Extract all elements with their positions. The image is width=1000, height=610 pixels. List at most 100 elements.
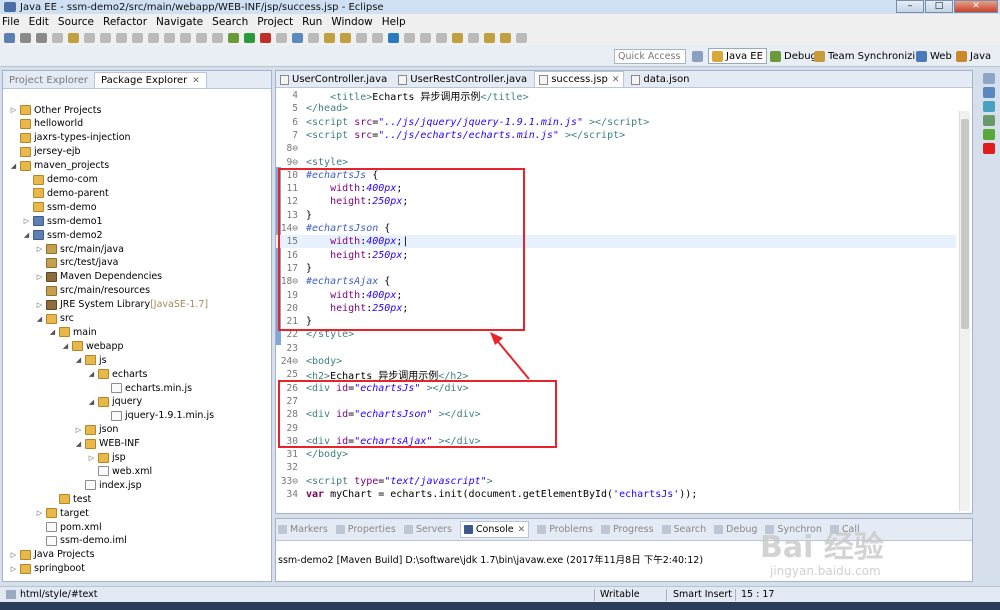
menu-search[interactable]: Search bbox=[212, 16, 248, 28]
close-tab-icon[interactable]: ✕ bbox=[518, 525, 526, 535]
toolbar-button-icon[interactable] bbox=[468, 32, 479, 43]
expand-toggle-icon[interactable]: ◢ bbox=[61, 342, 70, 350]
perspective-java[interactable]: Java bbox=[956, 48, 991, 64]
menu-navigate[interactable]: Navigate bbox=[156, 16, 203, 28]
code-line[interactable]: 31 </body> bbox=[276, 448, 956, 461]
tree-item[interactable]: ssm-demo bbox=[22, 200, 97, 214]
tree-item[interactable]: ▷ Other Projects bbox=[9, 103, 102, 117]
code-line[interactable]: 33⊖ <script type="text/javascript"> bbox=[276, 475, 956, 488]
toolbar-button-icon[interactable] bbox=[116, 32, 127, 43]
tree-item[interactable]: src/test/java bbox=[35, 256, 118, 270]
toolbar-button-icon[interactable] bbox=[452, 32, 463, 43]
outline-icon[interactable] bbox=[983, 73, 995, 84]
open-perspective-button[interactable] bbox=[692, 48, 706, 64]
tree-item[interactable]: ▷ jsp bbox=[87, 451, 126, 465]
close-tab-icon[interactable]: ✕ bbox=[192, 76, 200, 86]
code-line[interactable]: 24⊖ <body> bbox=[276, 355, 956, 368]
tree-item[interactable]: demo-com bbox=[22, 173, 98, 187]
scroll-thumb[interactable] bbox=[961, 119, 969, 329]
expand-toggle-icon[interactable]: ◢ bbox=[35, 315, 44, 323]
editor-tab-usercontroller[interactable]: UserController.java bbox=[276, 72, 391, 87]
tab-project-explorer[interactable]: Project Explorer bbox=[3, 73, 94, 88]
toolbar-button-icon[interactable] bbox=[356, 32, 367, 43]
toolbar-button-icon[interactable] bbox=[4, 32, 15, 43]
expand-toggle-icon[interactable]: ▷ bbox=[22, 217, 31, 225]
code-line[interactable]: 34 var myChart = echarts.init(document.ge… bbox=[276, 488, 956, 501]
perspective-java-ee[interactable]: Java EE bbox=[708, 48, 767, 64]
toolbar-button-icon[interactable] bbox=[340, 32, 351, 43]
tree-item[interactable]: ◢ WEB-INF bbox=[74, 437, 140, 451]
green-icon[interactable] bbox=[983, 129, 995, 140]
toolbar-button-icon[interactable] bbox=[324, 32, 335, 43]
tree-item[interactable]: ◢ maven_projects bbox=[9, 159, 109, 173]
tab-servers[interactable]: Servers bbox=[403, 524, 452, 535]
code-line[interactable]: 32 bbox=[276, 461, 956, 474]
toolbar-button-icon[interactable] bbox=[164, 32, 175, 43]
menu-help[interactable]: Help bbox=[382, 16, 406, 28]
tree-item[interactable]: index.jsp bbox=[74, 478, 142, 492]
editor-scrollbar[interactable] bbox=[959, 111, 970, 511]
toolbar-button-icon[interactable] bbox=[228, 32, 239, 43]
code-line[interactable]: 6 <script src="../js/jquery/jquery-1.9.1.… bbox=[276, 116, 956, 129]
close-tab-icon[interactable]: ✕ bbox=[612, 75, 620, 85]
palette-icon[interactable] bbox=[983, 115, 995, 126]
tree-item[interactable]: ◢ js bbox=[74, 353, 107, 367]
tree-item[interactable]: ▷ JRE System Library [JavaSE-1.7] bbox=[35, 298, 208, 312]
toolbar-button-icon[interactable] bbox=[36, 32, 47, 43]
toolbar-button-icon[interactable] bbox=[20, 32, 31, 43]
quick-access-input[interactable]: Quick Access bbox=[614, 49, 686, 64]
toolbar-button-icon[interactable] bbox=[308, 32, 319, 43]
toolbar-button-icon[interactable] bbox=[180, 32, 191, 43]
tree-item[interactable]: demo-parent bbox=[22, 186, 109, 200]
tree-item[interactable]: echarts.min.js bbox=[100, 381, 192, 395]
toolbar-button-icon[interactable] bbox=[212, 32, 223, 43]
tree-item[interactable]: test bbox=[48, 492, 91, 506]
tree-item[interactable]: pom.xml bbox=[35, 520, 102, 534]
tab-properties[interactable]: Properties bbox=[335, 524, 396, 535]
editor-tab-data-json[interactable]: data.json bbox=[627, 72, 693, 87]
tree-item[interactable]: ◢ echarts bbox=[87, 367, 148, 381]
toolbar-button-icon[interactable] bbox=[388, 32, 399, 43]
tree-item[interactable]: ▷ Maven Dependencies bbox=[35, 270, 162, 284]
tab-console[interactable]: Console ✕ bbox=[459, 521, 530, 538]
tree-item[interactable]: ◢ main bbox=[48, 325, 97, 339]
toolbar-button-icon[interactable] bbox=[372, 32, 383, 43]
expand-toggle-icon[interactable]: ◢ bbox=[9, 162, 18, 170]
maximize-button[interactable]: □ bbox=[925, 0, 953, 13]
menu-refactor[interactable]: Refactor bbox=[103, 16, 147, 28]
toolbar-button-icon[interactable] bbox=[100, 32, 111, 43]
toolbar-button-icon[interactable] bbox=[292, 32, 303, 43]
red-square-icon[interactable] bbox=[983, 143, 995, 154]
tree-item[interactable]: ▷ springboot bbox=[9, 562, 85, 576]
toolbar-button-icon[interactable] bbox=[52, 32, 63, 43]
expand-toggle-icon[interactable]: ◢ bbox=[48, 328, 57, 336]
toolbar-button-icon[interactable] bbox=[276, 32, 287, 43]
tree-item[interactable]: jersey-ejb bbox=[9, 145, 81, 159]
menu-source[interactable]: Source bbox=[58, 16, 94, 28]
toolbar-button-icon[interactable] bbox=[500, 32, 511, 43]
expand-toggle-icon[interactable]: ▷ bbox=[35, 509, 44, 517]
menu-file[interactable]: File bbox=[2, 16, 20, 28]
toolbar-button-icon[interactable] bbox=[420, 32, 431, 43]
tab-debug[interactable]: Debug bbox=[714, 524, 757, 535]
toolbar-button-icon[interactable] bbox=[84, 32, 95, 43]
tree-item[interactable]: ▷ ssm-demo1 bbox=[22, 214, 103, 228]
toolbar-button-icon[interactable] bbox=[68, 32, 79, 43]
expand-toggle-icon[interactable]: ◢ bbox=[22, 231, 31, 239]
tree-item[interactable]: ▷ Java Projects bbox=[9, 548, 95, 562]
toolbar-button-icon[interactable] bbox=[132, 32, 143, 43]
tree-item[interactable]: ◢ src bbox=[35, 312, 74, 326]
toolbar-button-icon[interactable] bbox=[196, 32, 207, 43]
tree-item[interactable]: jaxrs-types-injection bbox=[9, 131, 131, 145]
code-line[interactable]: 5 </head> bbox=[276, 102, 956, 115]
code-line[interactable]: 23 bbox=[276, 342, 956, 355]
menu-window[interactable]: Window bbox=[331, 16, 372, 28]
perspective-web[interactable]: Web bbox=[916, 48, 952, 64]
expand-toggle-icon[interactable]: ▷ bbox=[9, 565, 18, 573]
toolbar-button-icon[interactable] bbox=[516, 32, 527, 43]
task-list-icon[interactable] bbox=[983, 87, 995, 98]
tree-item[interactable]: web.xml bbox=[87, 464, 152, 478]
tree-item[interactable]: helloworld bbox=[9, 117, 83, 131]
close-button[interactable]: ✕ bbox=[954, 0, 998, 13]
expand-toggle-icon[interactable]: ◢ bbox=[87, 370, 96, 378]
